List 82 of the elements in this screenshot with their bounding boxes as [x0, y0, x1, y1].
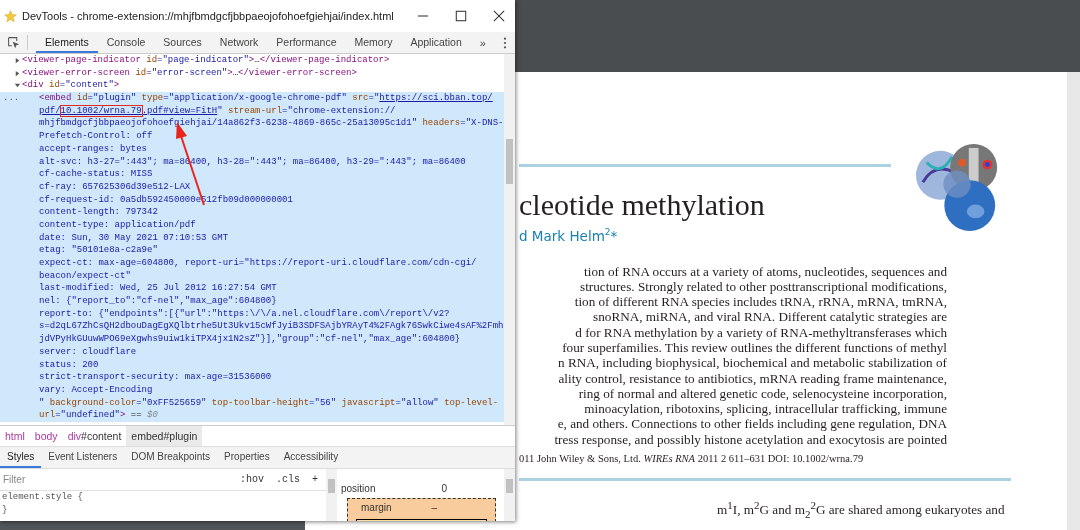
panel-tab[interactable]: Application — [401, 32, 471, 53]
code-line[interactable]: expect-ct: max-age=604800, report-uri="https://report-uri.cloudflare.com/cdn-cgi/ — [39, 257, 477, 270]
style-toggle-button[interactable]: :hov — [234, 474, 270, 485]
article-title: cleotide methylation — [519, 187, 766, 223]
window-title: DevTools - chrome-extension://mhjfbmdgcfjbbpaeojofohoefgiehjai/index.html — [22, 10, 394, 22]
abstract-line: tion of RNA occurs at a variety of atoms, nucleotides, sequences and — [583, 263, 947, 279]
code-line[interactable]: nel: {"report_to":"cf-nel","max_age":604800} — [39, 295, 277, 308]
code-line[interactable]: jdVPyHkGUuwWPO69eXgwhs9uiw1kiTPX4jx1N2sZ"}],"group":"cf-nel","max_age":604800} — [39, 333, 461, 346]
position-value: 0 — [441, 483, 448, 494]
menu-icon[interactable] — [503, 36, 507, 49]
article-authors: d Mark Helm$^{2}$* — [519, 227, 619, 244]
breadcrumb[interactable]: div#content — [62, 426, 127, 446]
code-line[interactable]: beacon/expect-ct" — [39, 269, 131, 283]
expand-arrow-icon[interactable] — [14, 69, 21, 77]
sidebar-tab[interactable]: DOM Breakpoints — [124, 447, 218, 468]
panel-tab[interactable]: Memory — [345, 32, 402, 53]
style-toggle-button[interactable]: + — [306, 474, 325, 485]
code-line[interactable]: date: Sun, 30 May 2021 07:10:53 GMT — [39, 231, 229, 245]
star-icon — [4, 9, 17, 23]
code-line[interactable]: cf-ray: 657625306d39e512-LAX — [39, 180, 191, 194]
panel-tab[interactable]: Performance — [267, 32, 346, 53]
breadcrumb[interactable]: body — [29, 426, 63, 446]
code-line[interactable]: vary: Accept-Encoding — [39, 383, 153, 397]
panel-tab[interactable]: Sources — [154, 32, 211, 53]
abstract-line: four superfamilies. This review outlines the different functions of methyl — [561, 340, 947, 356]
code-line[interactable]: content-length: 797342 — [39, 206, 158, 219]
code-line[interactable]: " background-color="0xFF525659" top-toolbar-height="56" javascript="allow" top-level- — [39, 396, 499, 410]
collapse-arrow-icon[interactable] — [14, 82, 21, 90]
margin-value: – — [431, 502, 438, 513]
scrollbar[interactable] — [504, 469, 515, 521]
scrollbar[interactable] — [326, 469, 337, 521]
code-line[interactable]: status: 200 — [39, 358, 99, 372]
code-line[interactable]: <embed id="plugin" type="application/x-google-chrome-pdf" src="https://sci.bban.top/ — [39, 92, 493, 105]
code-line[interactable]: <viewer-page-indicator id="page-indicator">…</viewer-page-indicator> — [22, 54, 390, 67]
code-line[interactable]: content-type: application/pdf — [39, 218, 196, 232]
sidebar-tab[interactable]: Properties — [217, 447, 277, 468]
breadcrumb[interactable]: embed#plugin — [126, 426, 203, 446]
code-line[interactable]: <viewer-error-screen id="error-screen">…</viewer-error-screen> — [22, 66, 357, 80]
style-rule-text: } — [1, 504, 9, 517]
code-line[interactable]: s=d2qL67ZhCsQH2dbouDagEgXQlbtrhe5Ut3Ukv15cWfJyiB3SDFSAjbYRAyT4%2FAgk76SwkCiwe4sAF%2Fmh — [39, 320, 504, 334]
code-line[interactable]: report-to: {"endpoints":[{"url":"https:\/\/a.nel.cloudflare.com\/report\/v2? — [39, 307, 450, 321]
abstract-line: tress response, and possibly histone acetylation and exocytosis are pointed — [553, 431, 947, 448]
body-text: m$^{1}$I, m$^{2}$G and m$_{2}$$^{2}$G are shared among eukaryotes and — [717, 499, 1006, 521]
code-line[interactable]: strict-transport-security: max-age=31536000 — [39, 371, 272, 384]
panel-tab[interactable]: Network — [210, 32, 268, 53]
code-line[interactable]: <div id="content"> — [22, 79, 120, 93]
sidebar-tab[interactable]: Event Listeners — [41, 447, 125, 468]
abstract-line: n RNA, including biophysical, biochemical and metabolic stabilization of — [557, 355, 947, 371]
code-line[interactable]: last-modified: Wed, 25 Jul 2012 16:27:54 GMT — [39, 282, 277, 296]
abstract-line: ring of normal and altered genetic code, selenocysteine incorporation, — [578, 385, 947, 402]
close-icon[interactable] — [493, 10, 505, 22]
panel-tab[interactable]: Elements — [36, 32, 98, 53]
panel-tab[interactable]: Console — [97, 32, 155, 53]
code-line[interactable]: server: cloudflare — [39, 345, 137, 359]
gutter-marker: ... — [3, 92, 20, 105]
more-tabs-button[interactable]: » — [470, 32, 495, 53]
position-label: position — [341, 483, 376, 494]
abstract-line: minoacylation, ribotoxins, splicing, intracellular trafficking, immune — [583, 401, 947, 417]
expand-arrow-icon[interactable] — [14, 56, 21, 64]
abstract-line: snoRNA, miRNA, and viral RNA. Different catalytic strategies are — [592, 309, 947, 325]
maximize-icon[interactable] — [455, 10, 467, 22]
scrollbar[interactable] — [504, 54, 515, 425]
margin-label: margin — [361, 502, 392, 513]
code-line[interactable]: etag: "50101e8a-c2a9e" — [39, 244, 158, 257]
style-rule-text: element.style { — [1, 491, 84, 504]
link[interactable]: https://sci.bban.top/ — [379, 93, 493, 104]
code-line[interactable]: cf-cache-status: MISS — [39, 168, 153, 181]
sidebar-tab[interactable]: Accessibility — [276, 447, 346, 468]
style-toggle-button[interactable]: .cls — [270, 474, 307, 485]
sidebar-tab[interactable]: Styles — [0, 447, 42, 468]
abstract-line: tion of different RNA species includes tRNA, rRNA, mRNA, tmRNA, — [573, 294, 947, 310]
breadcrumb[interactable]: html — [0, 426, 30, 446]
citation: 011 John Wiley & Sons, Ltd. WIREs RNA 2011 2 611–631 DOI: 10.1002/wrna.79 — [519, 453, 865, 465]
code-line[interactable]: Prefetch-Control: off — [39, 130, 153, 143]
abstract-line: structures. Strongly related to other posttranscriptional modifications, — [579, 278, 947, 295]
abstract-line: d for RNA methylation by a variety of RNA-methyltransferases which — [574, 324, 947, 340]
code-line[interactable]: url="undefined"> == $0 — [39, 409, 158, 422]
inspect-icon[interactable] — [7, 36, 20, 49]
abstract-line: ality control, resistance to antibiotics, mRNA reading frame maintenance, — [557, 370, 947, 386]
code-line[interactable]: mhjfbmdgcfjbbpaeojofohoefgiehjai/14a862f3-6238-4869-865c-25a13095c1d1" headers="X-DNS- — [39, 117, 504, 131]
code-line[interactable]: accept-ranges: bytes — [39, 142, 148, 156]
abstract-line: e, and others. Connections to other fields including gene regulation, DNA — [556, 416, 947, 432]
